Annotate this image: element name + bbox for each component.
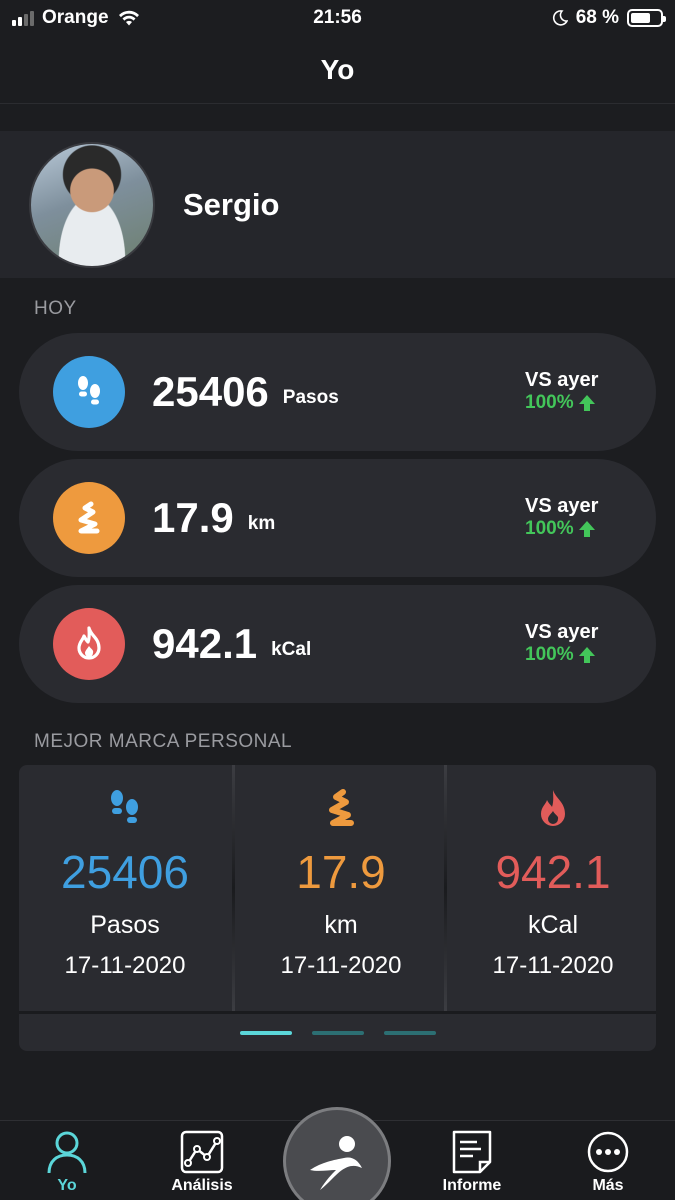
tab-label: Informe (442, 1177, 502, 1194)
record-unit: Pasos (90, 911, 160, 939)
avatar[interactable] (29, 141, 155, 268)
compare-label: VS ayer (525, 369, 599, 391)
battery-icon (627, 9, 666, 27)
steps-stat-card[interactable]: 25406 Pasos VS ayer 100% (19, 333, 656, 451)
runner-logo-icon (310, 1136, 362, 1190)
tab-mas[interactable]: Más (548, 1129, 668, 1195)
nav-bar: Yo (0, 36, 675, 104)
calories-value: 942.1 (152, 620, 258, 667)
tab-bar: Yo Análisis Informe Más (0, 1107, 675, 1200)
record-date: 17-11-2020 (64, 952, 186, 979)
arrow-up-icon (578, 647, 595, 663)
chart-icon (180, 1130, 224, 1174)
tab-yo[interactable]: Yo (7, 1129, 127, 1195)
tab-informe[interactable]: Informe (412, 1129, 532, 1195)
distance-value: 17.9 (152, 494, 234, 541)
record-value: 942.1 (495, 846, 611, 898)
steps-value: 25406 (152, 368, 269, 415)
distance-compare: VS ayer 100% (525, 495, 598, 540)
record-unit: kCal (527, 911, 578, 939)
route-icon (321, 787, 361, 831)
record-date: 17-11-2020 (280, 952, 402, 979)
status-right: 68 % (552, 7, 666, 29)
record-value: 17.9 (296, 846, 386, 898)
battery-fill (631, 13, 651, 23)
person-icon (47, 1131, 87, 1174)
page-title: Yo (320, 53, 355, 85)
compare-value: 100% (525, 392, 574, 413)
page-dot[interactable] (383, 1031, 436, 1035)
footprints-icon (53, 356, 125, 428)
compare-value-row: 100% (525, 518, 596, 540)
compare-value: 100% (525, 518, 574, 539)
record-calories[interactable]: 942.1 kCal 17-11-2020 (447, 765, 656, 1011)
page-dot[interactable] (239, 1031, 292, 1035)
records-section-label: MEJOR MARCA PERSONAL (34, 731, 293, 752)
tab-analisis[interactable]: Análisis (142, 1129, 262, 1195)
report-icon (452, 1130, 492, 1174)
center-action-button[interactable] (283, 1107, 391, 1200)
steps-compare: VS ayer 100% (525, 369, 598, 414)
compare-value-row: 100% (525, 392, 596, 414)
record-steps[interactable]: 25406 Pasos 17-11-2020 (19, 765, 231, 1011)
today-section-label: HOY (34, 298, 77, 319)
tab-label: Análisis (171, 1177, 233, 1194)
calories-compare: VS ayer 100% (525, 621, 598, 666)
footprints-icon (105, 787, 145, 831)
steps-unit: Pasos (282, 387, 339, 408)
tab-label: Más (592, 1177, 624, 1194)
signal-icon (12, 10, 34, 26)
record-distance[interactable]: 17.9 km 17-11-2020 (235, 765, 447, 1011)
flame-icon (533, 787, 573, 831)
profile-name: Sergio (183, 186, 280, 222)
record-unit: km (324, 911, 358, 939)
compare-value-row: 100% (525, 644, 596, 666)
record-value: 25406 (61, 846, 189, 898)
compare-label: VS ayer (525, 621, 599, 643)
wifi-icon (118, 10, 139, 26)
calories-stat-card[interactable]: 942.1 kCal VS ayer 100% (19, 585, 656, 703)
page-dot[interactable] (311, 1031, 364, 1035)
distance-stat-card[interactable]: 17.9 km VS ayer 100% (19, 459, 656, 577)
status-left: Orange (12, 7, 141, 29)
personal-records-carousel[interactable]: 25406 Pasos 17-11-2020 17.9 km 17-11-202… (19, 765, 656, 1051)
compare-label: VS ayer (525, 495, 599, 517)
record-date: 17-11-2020 (492, 952, 614, 979)
moon-icon (552, 10, 568, 26)
distance-unit: km (247, 513, 276, 534)
page-indicator[interactable] (19, 1031, 656, 1035)
arrow-up-icon (578, 521, 595, 537)
flame-icon (53, 608, 125, 680)
carrier-label: Orange (42, 7, 109, 28)
compare-value: 100% (525, 644, 574, 665)
calories-unit: kCal (271, 639, 312, 660)
records-separator (19, 1011, 656, 1014)
more-icon (587, 1131, 629, 1173)
tab-label: Yo (57, 1177, 77, 1194)
profile-card[interactable]: Sergio (0, 131, 675, 278)
status-bar: Orange 21:56 68 % (0, 0, 675, 36)
arrow-up-icon (578, 395, 595, 411)
battery-label: 68 % (575, 7, 619, 28)
route-icon (53, 482, 125, 554)
